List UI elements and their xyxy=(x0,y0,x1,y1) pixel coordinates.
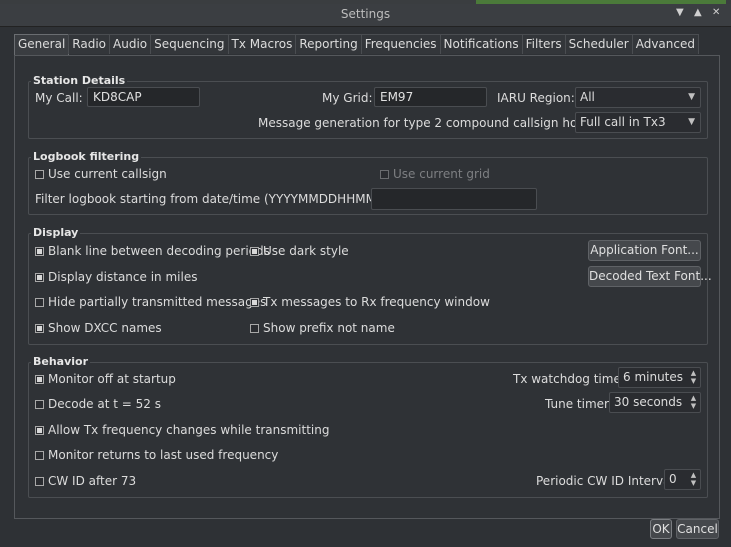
cw-interval-value: 0 xyxy=(669,472,677,486)
checkbox-icon xyxy=(35,169,44,179)
tab-filters[interactable]: Filters xyxy=(521,34,566,54)
iaru-region-combo[interactable]: All ▼ xyxy=(575,87,701,108)
window-title: Settings xyxy=(340,7,391,21)
msg-gen-label: Message generation for type 2 compound c… xyxy=(258,116,611,130)
tab-bar: General Radio Audio Sequencing Tx Macros… xyxy=(14,34,699,55)
cancel-button[interactable]: Cancel xyxy=(676,519,719,539)
checkbox-checked-icon xyxy=(35,246,44,256)
iaru-region-label: IARU Region: xyxy=(497,91,575,105)
monitor-off-checkbox[interactable]: Monitor off at startup xyxy=(35,372,176,386)
checkbox-icon xyxy=(35,450,44,460)
iaru-region-value: All xyxy=(580,90,595,104)
chevron-down-icon[interactable]: ▼ xyxy=(676,7,684,18)
blank-line-checkbox[interactable]: Blank line between decoding periods xyxy=(35,244,270,258)
my-grid-input[interactable]: EM97 xyxy=(374,87,487,107)
filter-date-label: Filter logbook starting from date/time (… xyxy=(35,192,396,206)
tab-frequencies[interactable]: Frequencies xyxy=(360,34,441,54)
msg-gen-combo[interactable]: Full call in Tx3 ▼ xyxy=(575,112,701,133)
logbook-filtering-title: Logbook filtering xyxy=(31,150,142,163)
checkbox-checked-icon xyxy=(35,425,44,435)
spin-arrows-icon[interactable]: ▲ ▼ xyxy=(689,394,698,410)
tune-timer-spinbox[interactable]: 30 seconds ▲ ▼ xyxy=(609,392,701,413)
my-call-input[interactable]: KD8CAP xyxy=(87,87,200,107)
chevron-down-icon: ▼ xyxy=(688,92,695,102)
checkbox-checked-icon xyxy=(35,323,44,333)
distance-miles-checkbox[interactable]: Display distance in miles xyxy=(35,270,197,284)
logbook-filtering-group: Logbook filtering xyxy=(28,150,708,215)
cw-interval-spinbox[interactable]: 0 ▲ ▼ xyxy=(664,469,701,490)
watchdog-value: 6 minutes xyxy=(623,370,684,384)
tab-audio[interactable]: Audio xyxy=(109,34,152,54)
spin-arrows-icon[interactable]: ▲ ▼ xyxy=(689,471,698,487)
behavior-title: Behavior xyxy=(31,355,91,368)
my-call-label: My Call: xyxy=(35,91,83,105)
display-title: Display xyxy=(31,226,81,239)
tab-general[interactable]: General xyxy=(14,34,70,55)
checkbox-icon xyxy=(380,169,389,179)
chevron-up-icon[interactable]: ▲ xyxy=(694,7,702,18)
allow-tx-change-checkbox[interactable]: Allow Tx frequency changes while transmi… xyxy=(35,423,329,437)
monitor-returns-checkbox[interactable]: Monitor returns to last used frequency xyxy=(35,448,278,462)
checkbox-checked-icon xyxy=(35,272,44,282)
tab-tx-macros[interactable]: Tx Macros xyxy=(227,34,297,54)
show-dxcc-checkbox[interactable]: Show DXCC names xyxy=(35,321,162,335)
checkbox-icon xyxy=(35,399,44,409)
filter-date-input[interactable] xyxy=(371,188,537,210)
title-bar[interactable]: Settings ▼ ▲ ✕ xyxy=(0,4,731,27)
checkbox-checked-icon xyxy=(250,246,259,256)
decode-at-checkbox[interactable]: Decode at t = 52 s xyxy=(35,397,161,411)
ok-button[interactable]: OK xyxy=(650,519,672,539)
decoded-text-font-button[interactable]: Decoded Text Font... xyxy=(588,266,712,287)
show-prefix-checkbox[interactable]: Show prefix not name xyxy=(250,321,395,335)
use-current-grid-checkbox[interactable]: Use current grid xyxy=(380,167,490,181)
general-tab-panel: Station Details My Call: KD8CAP My Grid:… xyxy=(14,55,720,519)
tab-sequencing[interactable]: Sequencing xyxy=(150,34,229,54)
checkbox-checked-icon xyxy=(35,374,44,384)
cw-interval-label: Periodic CW ID Interval: xyxy=(536,474,678,488)
tab-advanced[interactable]: Advanced xyxy=(631,34,699,54)
msg-gen-value: Full call in Tx3 xyxy=(580,115,666,129)
close-icon[interactable]: ✕ xyxy=(712,7,720,18)
hide-partial-checkbox[interactable]: Hide partially transmitted messages xyxy=(35,295,266,309)
application-font-button[interactable]: Application Font... xyxy=(588,240,701,261)
tab-scheduler[interactable]: Scheduler xyxy=(564,34,633,54)
chevron-down-icon: ▼ xyxy=(688,117,695,127)
tune-timer-value: 30 seconds xyxy=(614,395,683,409)
checkbox-icon xyxy=(35,476,44,486)
watchdog-label: Tx watchdog timer xyxy=(513,372,626,386)
spin-arrows-icon[interactable]: ▲ ▼ xyxy=(689,369,698,385)
tab-radio[interactable]: Radio xyxy=(68,34,111,54)
tab-notifications[interactable]: Notifications xyxy=(439,34,523,54)
checkbox-icon xyxy=(35,297,44,307)
watchdog-spinbox[interactable]: 6 minutes ▲ ▼ xyxy=(618,367,701,388)
checkbox-checked-icon xyxy=(250,297,259,307)
station-details-title: Station Details xyxy=(31,74,128,87)
checkbox-icon xyxy=(250,323,259,333)
use-current-callsign-checkbox[interactable]: Use current callsign xyxy=(35,167,167,181)
cw-id-checkbox[interactable]: CW ID after 73 xyxy=(35,474,136,488)
my-grid-label: My Grid: xyxy=(322,91,373,105)
dark-style-checkbox[interactable]: Use dark style xyxy=(250,244,349,258)
tune-timer-label: Tune timer xyxy=(545,397,609,411)
tab-reporting[interactable]: Reporting xyxy=(295,34,362,54)
tx-to-rx-checkbox[interactable]: Tx messages to Rx frequency window xyxy=(250,295,490,309)
